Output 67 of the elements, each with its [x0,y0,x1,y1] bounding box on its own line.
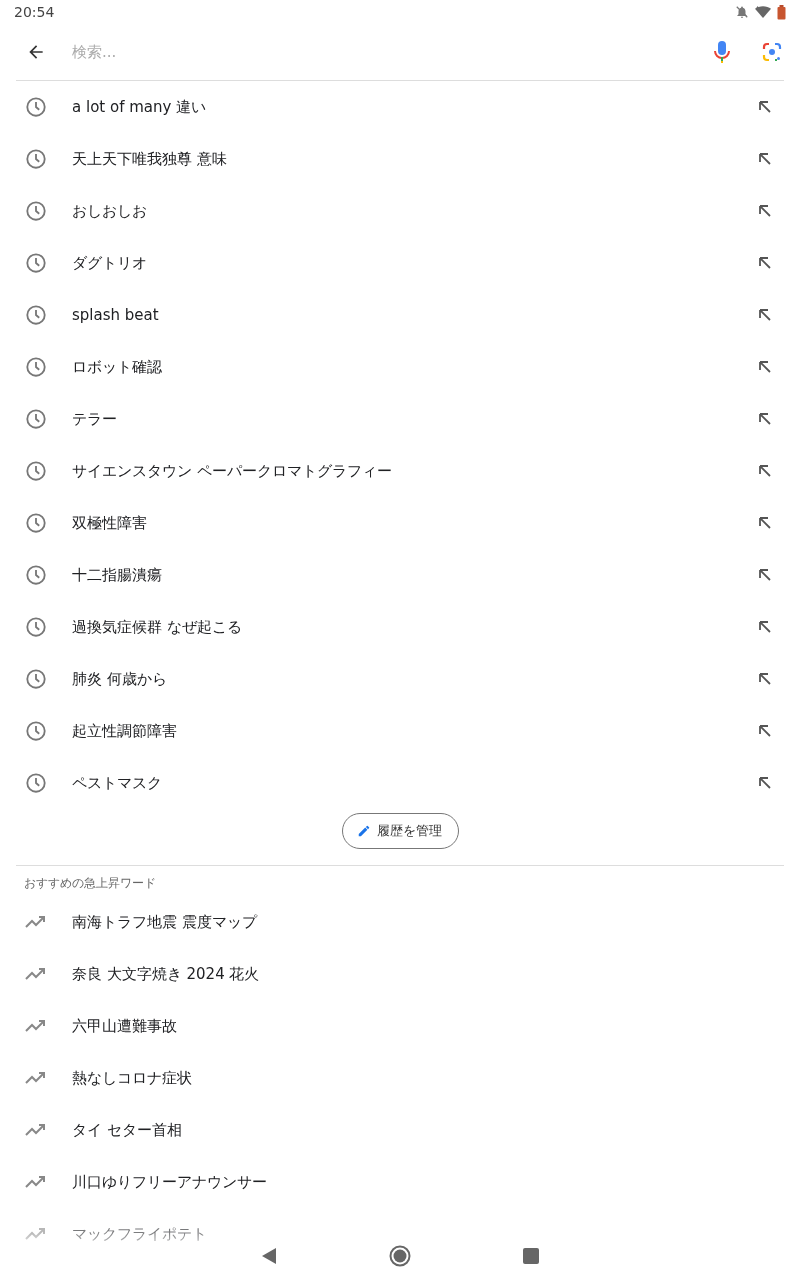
microphone-icon[interactable] [714,41,730,63]
history-item[interactable]: テラー [0,393,800,445]
clock-icon [25,564,47,586]
history-item[interactable]: サイエンスタウン ペーパークロマトグラフィー [0,445,800,497]
trending-item[interactable]: 南海トラフ地震 震度マップ [0,896,800,948]
back-nav-icon[interactable] [261,1247,277,1265]
history-item[interactable]: おしおしお [0,185,800,237]
arrow-up-left-icon[interactable] [758,256,772,270]
history-item[interactable]: 十二指腸潰瘍 [0,549,800,601]
clock-icon [25,252,47,274]
pencil-icon [356,824,371,838]
clock-icon [25,460,47,482]
clock-icon [25,200,47,222]
trending-item[interactable]: 川口ゆりフリーアナウンサー [0,1156,800,1208]
arrow-up-left-icon[interactable] [758,308,772,322]
trending-item[interactable]: マックフライポテト [0,1208,800,1260]
manage-history-button[interactable]: 履歴を管理 [341,813,459,849]
clock-icon [25,668,47,690]
arrow-up-left-icon[interactable] [758,776,772,790]
status-time: 20:54 [14,4,55,20]
history-item[interactable]: splash beat [0,289,800,341]
arrow-up-left-icon[interactable] [758,100,772,114]
history-item[interactable]: 肺炎 何歳から [0,653,800,705]
history-item[interactable]: ダグトリオ [0,237,800,289]
trending-up-icon [25,1019,47,1033]
history-item[interactable]: 天上天下唯我独尊 意味 [0,133,800,185]
trending-up-icon [25,1123,47,1137]
arrow-up-left-icon[interactable] [758,152,772,166]
arrow-up-left-icon[interactable] [758,672,772,686]
home-nav-icon[interactable] [389,1245,411,1267]
history-item[interactable]: 双極性障害 [0,497,800,549]
trending-item[interactable]: 六甲山遭難事故 [0,1000,800,1052]
clock-icon [25,408,47,430]
clock-icon [25,720,47,742]
camera-lens-icon[interactable] [762,42,782,62]
history-item[interactable]: ペストマスク [0,757,800,809]
bell-off-icon [735,5,749,19]
trending-up-icon [25,1175,47,1189]
clock-icon [25,304,47,326]
clock-icon [25,616,47,638]
arrow-up-left-icon[interactable] [758,568,772,582]
history-item[interactable]: a lot of many 違い [0,81,800,133]
arrow-up-left-icon[interactable] [758,724,772,738]
trending-item[interactable]: 熱なしコロナ症状 [0,1052,800,1104]
history-item[interactable]: ロボット確認 [0,341,800,393]
trending-item[interactable]: 奈良 大文字焼き 2024 花火 [0,948,800,1000]
wifi-icon [755,5,771,19]
arrow-up-left-icon[interactable] [758,464,772,478]
arrow-up-left-icon[interactable] [758,412,772,426]
trending-item[interactable]: タイ セター首相 [0,1104,800,1156]
history-item[interactable]: 過換気症候群 なぜ起こる [0,601,800,653]
arrow-up-left-icon[interactable] [758,620,772,634]
arrow-up-left-icon[interactable] [758,360,772,374]
arrow-up-left-icon[interactable] [758,204,772,218]
battery-icon [777,4,786,20]
section-heading: おすすめの急上昇ワード [23,875,157,892]
trending-up-icon [25,915,47,929]
clock-icon [25,148,47,170]
trending-up-icon [25,967,47,981]
history-item[interactable]: 起立性調節障害 [0,705,800,757]
clock-icon [25,356,47,378]
arrow-up-left-icon[interactable] [758,516,772,530]
clock-icon [25,772,47,794]
trending-up-icon [25,1071,47,1085]
search-field[interactable]: 検索... [72,43,714,61]
clock-icon [25,512,47,534]
clock-icon [25,96,47,118]
